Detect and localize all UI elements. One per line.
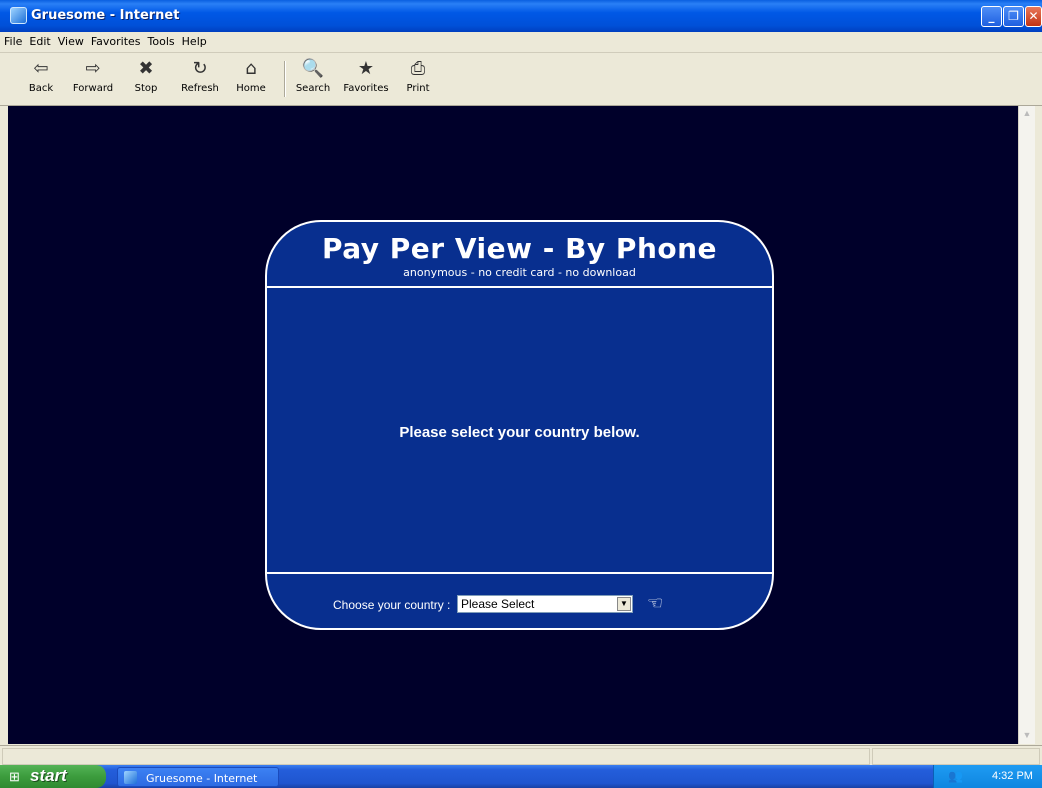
home-button[interactable]: ⌂ Home xyxy=(234,57,268,94)
ie-app-icon xyxy=(10,7,27,24)
footer-divider xyxy=(267,572,772,574)
favorites-icon: ★ xyxy=(357,58,375,79)
back-arrow-icon: ⇦ xyxy=(33,58,49,79)
start-button[interactable]: ⊞ start xyxy=(0,765,106,788)
window-title: Gruesome - Internet xyxy=(31,8,180,23)
ie-app-icon xyxy=(124,771,137,784)
refresh-icon: ↻ xyxy=(192,58,208,79)
forward-arrow-icon: ⇨ xyxy=(85,58,101,79)
country-select[interactable]: Please Select ▼ xyxy=(457,595,633,613)
print-label: Print xyxy=(406,83,430,94)
vertical-scrollbar[interactable]: ▲ ▼ xyxy=(1018,106,1035,744)
country-chooser: Choose your country : Please Select ▼ ☜ xyxy=(267,593,772,615)
stop-label: Stop xyxy=(134,83,158,94)
refresh-button[interactable]: ↻ Refresh xyxy=(178,57,222,94)
print-icon: ⎙ xyxy=(410,58,426,79)
stop-icon: ✖ xyxy=(138,58,154,79)
toolbar: ⇦ Back ⇨ Forward ✖ Stop ↻ Refresh ⌂ Home… xyxy=(0,53,1042,106)
search-label: Search xyxy=(295,83,331,94)
menu-edit[interactable]: Edit xyxy=(25,32,53,48)
network-icon[interactable]: 👥 xyxy=(948,769,963,783)
start-label: start xyxy=(30,766,67,785)
toolbar-separator xyxy=(284,61,286,97)
taskbar-item-browser[interactable]: Gruesome - Internet xyxy=(117,767,279,787)
back-label: Back xyxy=(28,83,54,94)
window-title-bar[interactable]: Gruesome - Internet _ ❐ ✕ xyxy=(0,0,1042,32)
chevron-down-icon[interactable]: ▼ xyxy=(617,597,631,611)
browser-viewport: Pay Per View - By Phone anonymous - no c… xyxy=(8,106,1035,744)
back-button[interactable]: ⇦ Back xyxy=(24,57,58,94)
country-label: Choose your country : xyxy=(333,598,451,612)
status-pane-main xyxy=(2,748,870,765)
country-select-value: Please Select xyxy=(461,597,535,611)
clock[interactable]: 4:32 PM xyxy=(992,770,1033,782)
maximize-button[interactable]: ❐ xyxy=(1003,6,1024,27)
scroll-down-icon[interactable]: ▼ xyxy=(1021,730,1033,742)
menu-tools[interactable]: Tools xyxy=(144,32,178,48)
system-tray: 👥 4:32 PM xyxy=(933,765,1042,788)
close-button[interactable]: ✕ xyxy=(1025,6,1042,27)
page-subheading: anonymous - no credit card - no download xyxy=(403,266,636,279)
home-icon: ⌂ xyxy=(245,58,257,79)
menu-file[interactable]: File xyxy=(0,32,25,48)
taskbar-item-label: Gruesome - Internet xyxy=(146,772,258,785)
forward-label: Forward xyxy=(72,83,114,94)
search-button[interactable]: 🔍 Search xyxy=(295,57,331,94)
menu-bar: File Edit View Favorites Tools Help xyxy=(0,32,1042,53)
scroll-up-icon[interactable]: ▲ xyxy=(1021,108,1033,120)
stop-button[interactable]: ✖ Stop xyxy=(132,57,160,94)
taskbar: ⊞ start Gruesome - Internet 👥 4:32 PM xyxy=(0,765,1042,788)
minimize-button[interactable]: _ xyxy=(981,6,1002,27)
page-heading: Pay Per View - By Phone xyxy=(321,232,718,265)
favorites-label: Favorites xyxy=(343,83,389,94)
header-divider xyxy=(267,286,772,288)
select-country-message: Please select your country below. xyxy=(399,424,640,441)
pointing-hand-icon[interactable]: ☜ xyxy=(647,593,663,614)
status-bar xyxy=(0,745,1042,766)
home-label: Home xyxy=(236,83,266,94)
forward-button[interactable]: ⇨ Forward xyxy=(69,57,117,94)
windows-flag-icon: ⊞ xyxy=(9,769,20,784)
pay-per-view-panel: Pay Per View - By Phone anonymous - no c… xyxy=(265,220,774,630)
favorites-button[interactable]: ★ Favorites xyxy=(341,57,391,94)
status-pane-zone xyxy=(872,748,1040,765)
print-button[interactable]: ⎙ Print xyxy=(403,57,433,94)
refresh-label: Refresh xyxy=(181,83,219,94)
search-icon: 🔍 xyxy=(301,58,325,79)
menu-favorites[interactable]: Favorites xyxy=(87,32,144,48)
menu-help[interactable]: Help xyxy=(178,32,210,48)
menu-view[interactable]: View xyxy=(54,32,87,48)
